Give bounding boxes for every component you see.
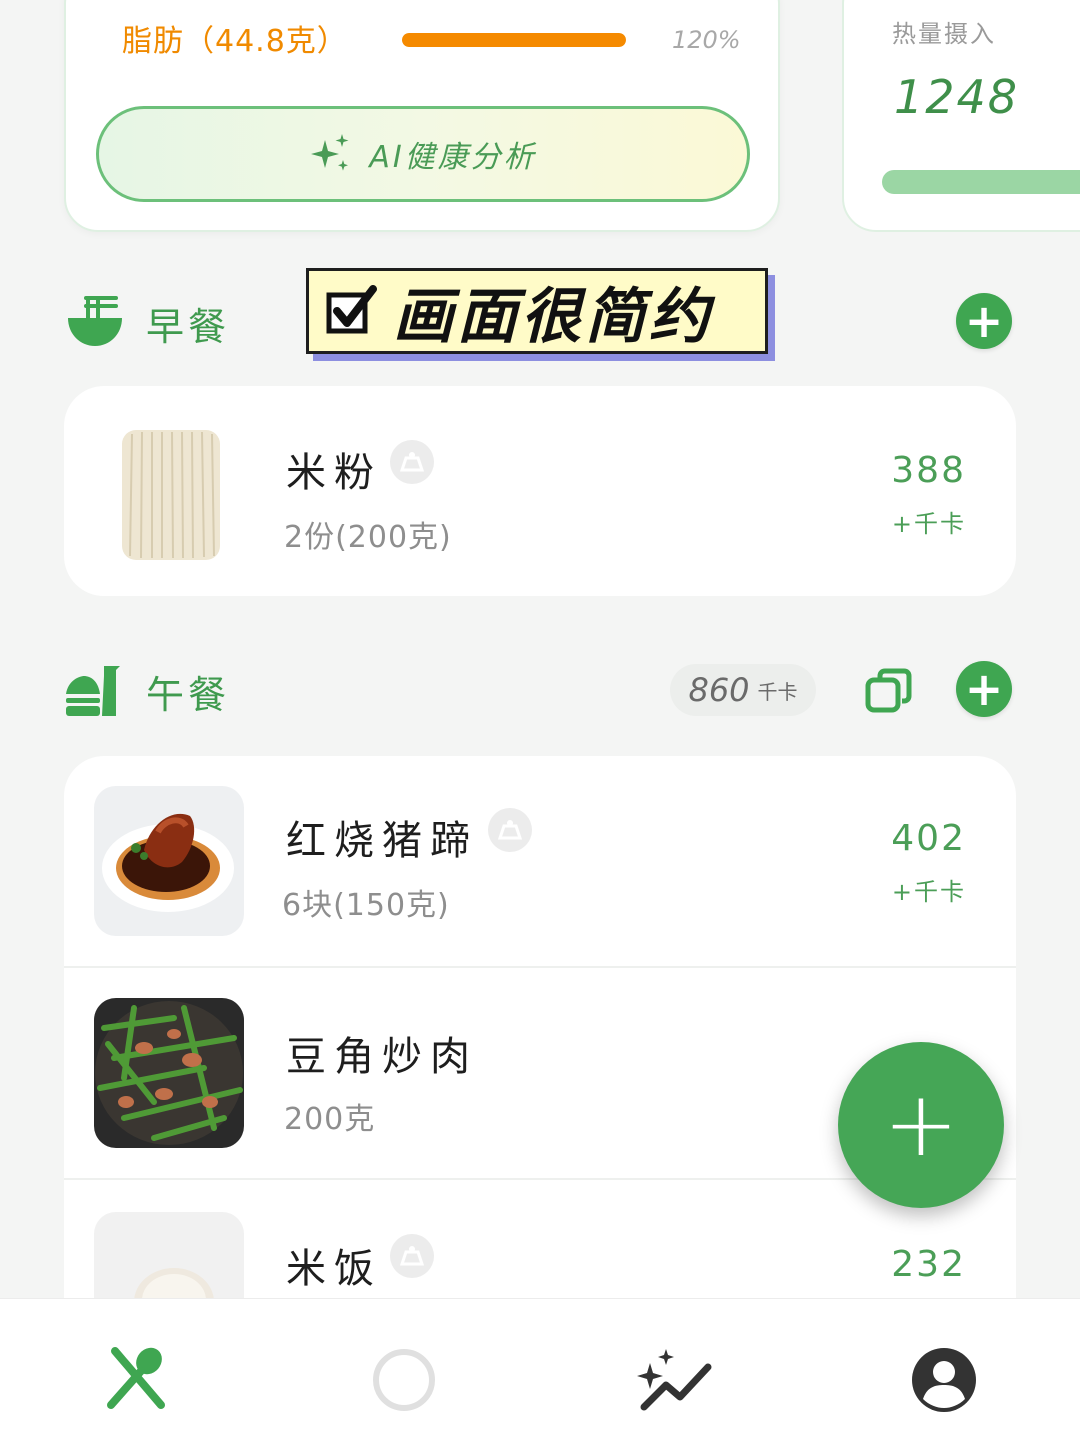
nav-profile[interactable] bbox=[896, 1332, 992, 1428]
breakfast-icon bbox=[66, 292, 124, 354]
nav-circle[interactable] bbox=[356, 1332, 452, 1428]
scale-icon bbox=[390, 1234, 434, 1278]
food-image-green-bean-pork bbox=[94, 998, 244, 1148]
nav-insights[interactable] bbox=[626, 1332, 722, 1428]
food-portion: 2份(200克) bbox=[284, 520, 452, 555]
sticker-text: 画面很简约 bbox=[393, 281, 713, 352]
food-image-braised-trotter bbox=[94, 786, 244, 936]
food-image-rice-noodle bbox=[94, 416, 244, 566]
plus-icon: + bbox=[964, 662, 1004, 716]
lunch-total-unit: 千卡 bbox=[757, 679, 798, 704]
calorie-value: 1248 bbox=[894, 70, 1020, 124]
add-lunch-button[interactable]: + bbox=[956, 661, 1012, 717]
lunch-total-kcal: 860 千卡 bbox=[670, 664, 816, 716]
divider bbox=[64, 966, 1016, 968]
calorie-label: 热量摄入 bbox=[892, 20, 996, 48]
fat-progress-bar bbox=[402, 33, 626, 47]
food-kcal: 402 bbox=[891, 818, 966, 859]
plus-icon: + bbox=[883, 1072, 959, 1177]
ai-health-analysis-button[interactable]: AI健康分析 bbox=[96, 106, 750, 202]
food-kcal-unit: +千卡 bbox=[891, 878, 966, 906]
sparkle-chart-icon bbox=[637, 1349, 712, 1411]
scale-icon bbox=[488, 808, 532, 852]
calorie-progress-bar bbox=[882, 170, 1080, 194]
food-kcal: 388 bbox=[891, 450, 966, 491]
checkbox-icon bbox=[326, 285, 377, 334]
plus-icon: + bbox=[964, 294, 1004, 348]
breakfast-title: 早餐 bbox=[146, 305, 231, 349]
food-portion: 6块(150克) bbox=[282, 888, 450, 923]
copy-icon[interactable] bbox=[864, 666, 914, 716]
sparkle-icon bbox=[311, 134, 349, 171]
add-breakfast-button[interactable]: + bbox=[956, 293, 1012, 349]
food-name: 红烧猪蹄 bbox=[286, 818, 478, 864]
lunch-icon bbox=[64, 662, 122, 724]
account-icon bbox=[912, 1348, 976, 1412]
food-name: 米粉 bbox=[286, 450, 382, 496]
caption-sticker: 画面很简约 bbox=[306, 268, 768, 354]
add-food-fab[interactable]: + bbox=[838, 1042, 1004, 1208]
fat-progress-fill bbox=[402, 33, 626, 47]
lunch-total-value: 860 bbox=[688, 671, 750, 709]
fat-label: 脂肪（44.8克） bbox=[122, 24, 348, 59]
food-name: 豆角炒肉 bbox=[286, 1034, 478, 1080]
nav-meals[interactable] bbox=[88, 1330, 184, 1426]
fat-percent: 120% bbox=[672, 26, 741, 54]
calorie-progress-fill bbox=[882, 170, 1080, 194]
food-kcal-unit: +千卡 bbox=[891, 510, 966, 538]
fork-spoon-icon bbox=[107, 1347, 165, 1409]
ai-button-label: AI健康分析 bbox=[369, 140, 537, 175]
circle-icon bbox=[373, 1349, 435, 1411]
food-kcal: 232 bbox=[891, 1244, 966, 1285]
food-image-rice bbox=[94, 1212, 244, 1298]
lunch-title: 午餐 bbox=[146, 673, 231, 717]
scale-icon bbox=[390, 440, 434, 484]
food-name: 米饭 bbox=[286, 1246, 382, 1292]
food-portion: 200克 bbox=[284, 1102, 376, 1137]
